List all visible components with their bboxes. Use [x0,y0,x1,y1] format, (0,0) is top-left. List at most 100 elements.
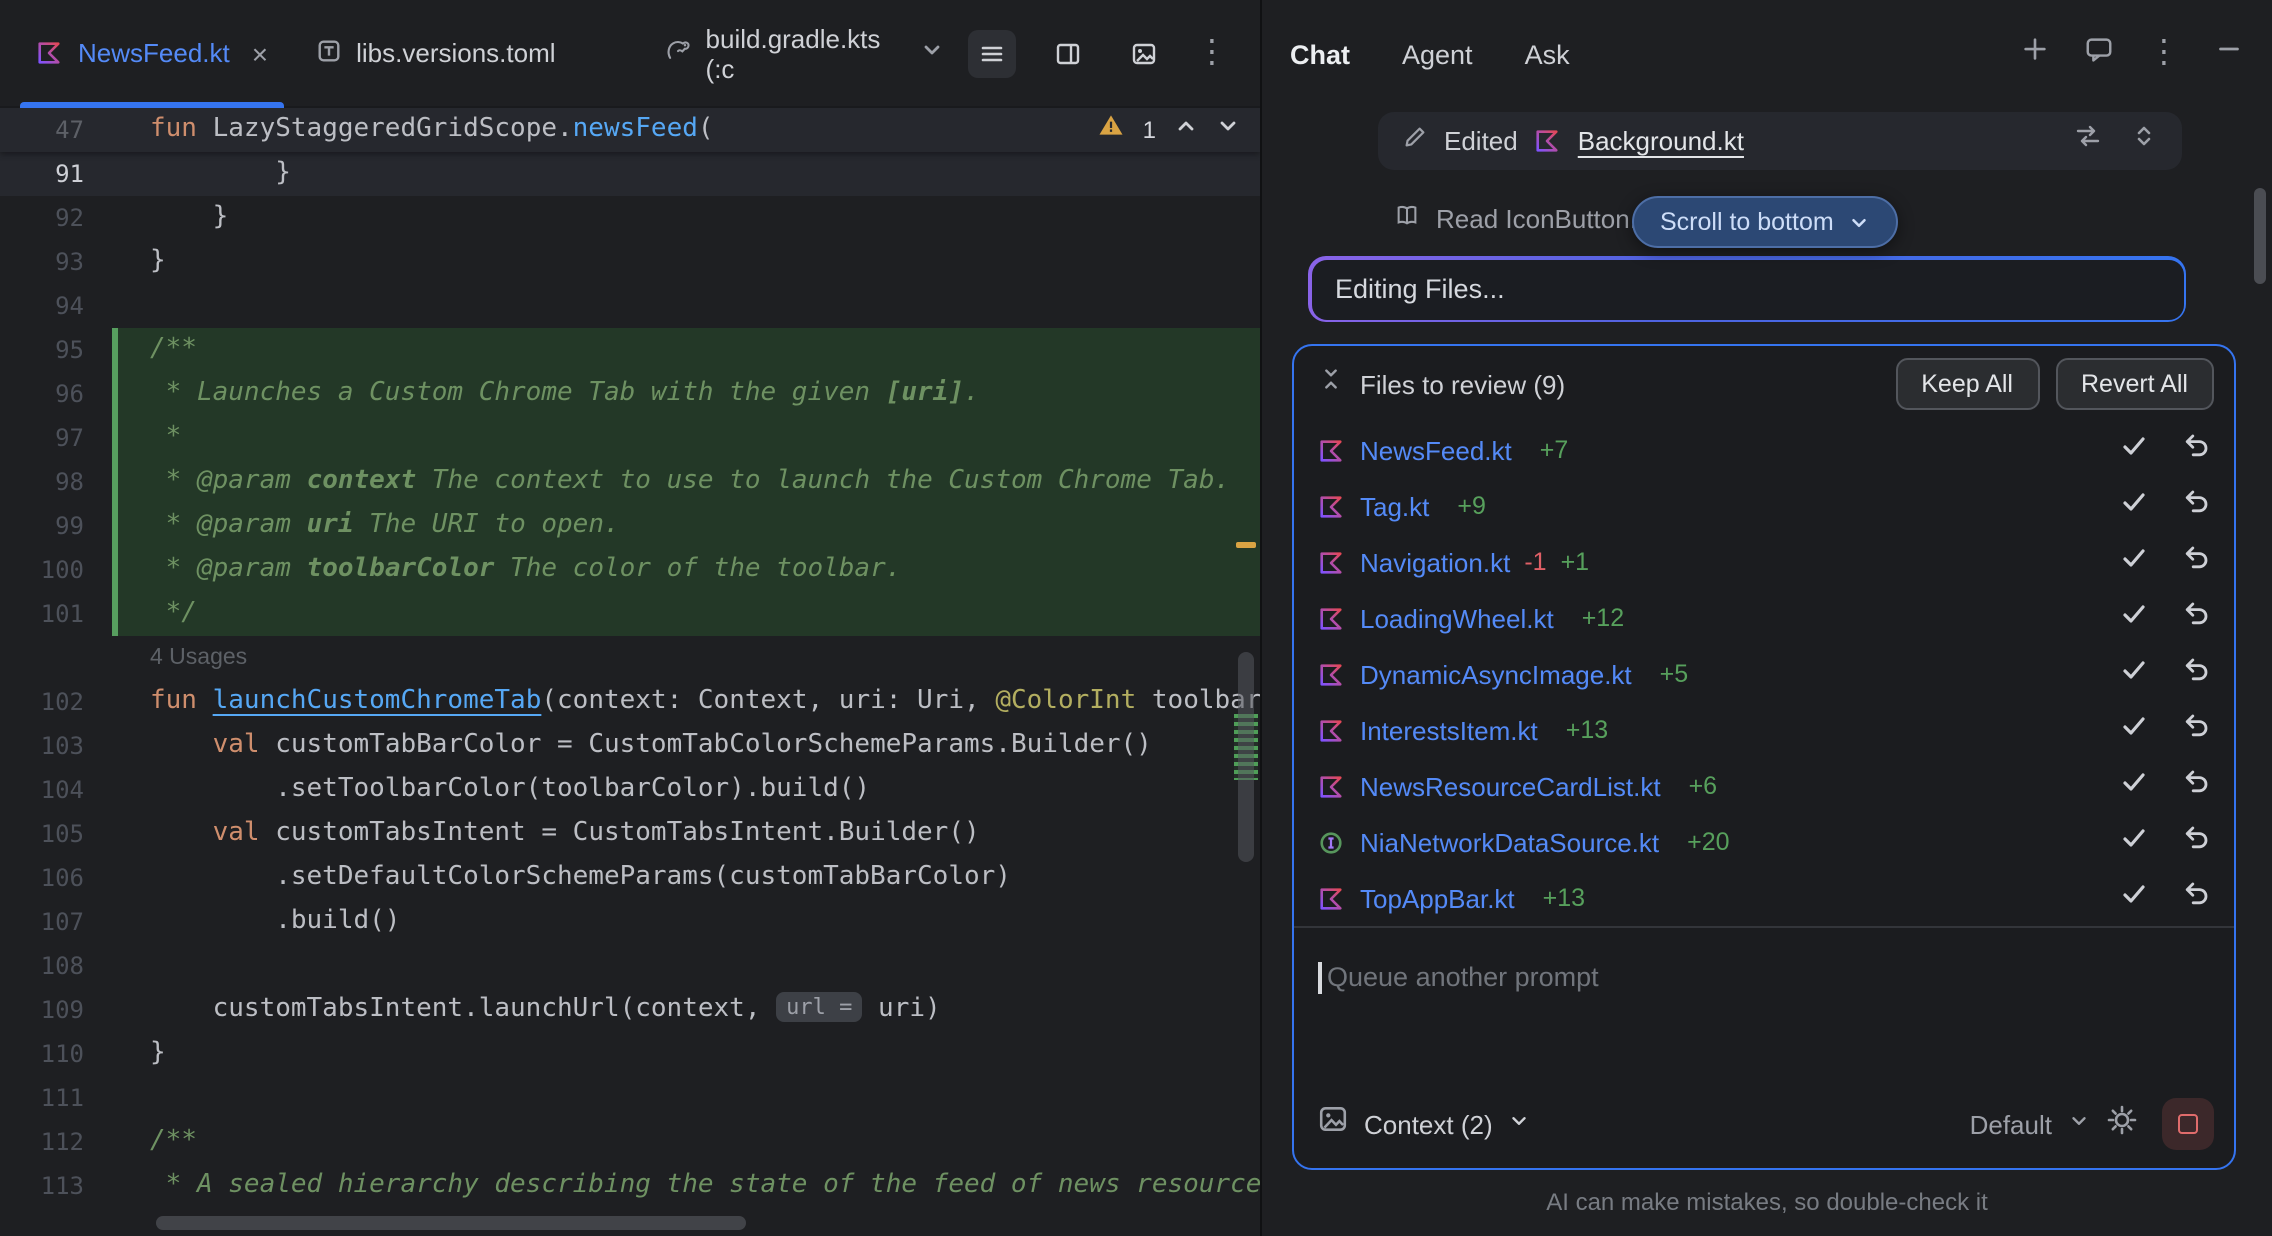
more-options-button[interactable]: ⋮ [1196,37,1228,69]
code-line[interactable]: 113 * A sealed hierarchy describing the … [0,1164,1260,1208]
code-line[interactable]: 105 val customTabsIntent = CustomTabsInt… [0,812,1260,856]
accept-file-button[interactable] [2120,711,2148,749]
usages-inlay-line[interactable]: 4 Usages [0,636,1260,680]
revert-file-button[interactable] [2182,487,2210,525]
preview-image-button[interactable] [1120,29,1168,77]
file-link[interactable]: NiaNetworkDataSource.kt [1360,827,1659,857]
accept-file-button[interactable] [2120,823,2148,861]
next-problem-button[interactable] [1216,112,1240,148]
revert-file-button[interactable] [2182,655,2210,693]
collapse-all-icon[interactable] [1318,366,1344,402]
tab-build-gradle-kts[interactable]: build.gradle.kts (:c [640,0,968,107]
code-line[interactable]: 94 [0,284,1260,328]
accept-file-button[interactable] [2120,767,2148,805]
accept-file-button[interactable] [2120,879,2148,917]
code-line[interactable]: 112 /** [0,1120,1260,1164]
revert-file-button[interactable] [2182,431,2210,469]
revert-file-button[interactable] [2182,767,2210,805]
revert-all-button[interactable]: Revert All [2055,358,2214,410]
keep-all-button[interactable]: Keep All [1895,358,2039,410]
tab-newsfeed-kt[interactable]: NewsFeed.kt × [12,0,292,107]
code-editor[interactable]: 47 fun LazyStaggeredGridScope.newsFeed( … [0,108,1260,1236]
usages-label[interactable]: 4 Usages [118,636,247,680]
kotlin-file-icon [1318,773,1344,799]
revert-file-button[interactable] [2182,823,2210,861]
code-line[interactable]: 92 } [0,196,1260,240]
chat-scrollbar[interactable] [2254,188,2266,284]
chat-options-button[interactable]: ⋮ [2148,38,2180,70]
list-view-button[interactable] [968,29,1016,77]
file-link[interactable]: Navigation.kt [1360,547,1510,577]
accept-file-button[interactable] [2120,543,2148,581]
code-line[interactable]: 101 */ [0,592,1260,636]
code-line[interactable]: 100 * @param toolbarColor The color of t… [0,548,1260,592]
accept-file-button[interactable] [2120,487,2148,525]
attach-image-icon[interactable] [1318,1104,1348,1144]
revert-file-button[interactable] [2182,879,2210,917]
code-line[interactable]: 103 val customTabBarColor = CustomTabCol… [0,724,1260,768]
prev-problem-button[interactable] [1174,112,1198,148]
file-review-row: NewsResourceCardList.kt +6 [1294,758,2234,814]
read-icon [1394,202,1420,234]
model-selector[interactable]: Default [1970,1109,2052,1139]
code-line[interactable]: 102 fun launchCustomChromeTab(context: C… [0,680,1260,724]
code-line[interactable]: 98 * @param context The context to use t… [0,460,1260,504]
code-line[interactable]: 96 * Launches a Custom Chrome Tab with t… [0,372,1260,416]
tab-ask[interactable]: Ask [1525,39,1570,69]
file-link[interactable]: TopAppBar.kt [1360,883,1515,913]
code-line[interactable]: 108 [0,944,1260,988]
chevron-down-icon[interactable] [1509,1106,1531,1142]
file-link[interactable]: LoadingWheel.kt [1360,603,1554,633]
edited-file-card[interactable]: Edited Background.kt [1378,112,2182,170]
hide-panel-button[interactable] [2214,34,2244,74]
stop-button[interactable] [2162,1098,2214,1150]
prompt-input[interactable]: Queue another prompt [1294,928,2234,1080]
show-diff-button[interactable] [2074,122,2102,160]
code-line[interactable]: 107 .build() [0,900,1260,944]
kotlin-file-icon [36,40,64,66]
code-line[interactable]: 109 customTabsIntent.launchUrl(context, … [0,988,1260,1032]
scroll-to-bottom-button[interactable]: Scroll to bottom [1632,196,1898,248]
expand-card-button[interactable] [2130,122,2158,160]
code-line[interactable]: 95 /** [0,328,1260,372]
new-chat-button[interactable] [2020,34,2050,74]
file-link[interactable]: InterestsItem.kt [1360,715,1538,745]
tab-agent[interactable]: Agent [1402,39,1473,69]
code-line[interactable]: 91 } [0,152,1260,196]
line-number: 103 [0,724,112,768]
sticky-header-line[interactable]: 47 fun LazyStaggeredGridScope.newsFeed( … [0,108,1260,152]
file-link[interactable]: Tag.kt [1360,491,1429,521]
accept-file-button[interactable] [2120,655,2148,693]
revert-file-button[interactable] [2182,711,2210,749]
close-tab-icon[interactable]: × [252,37,268,69]
editor-horizontal-scrollbar[interactable] [156,1216,746,1230]
file-link[interactable]: NewsFeed.kt [1360,435,1512,465]
code-line[interactable]: 106 .setDefaultColorSchemeParams(customT… [0,856,1260,900]
context-selector[interactable]: Context (2) [1364,1109,1493,1139]
tab-chat[interactable]: Chat [1290,39,1350,69]
edited-file-link[interactable]: Background.kt [1578,126,1744,156]
revert-file-button[interactable] [2182,543,2210,581]
split-view-button[interactable] [1044,29,1092,77]
code-line[interactable]: 99 * @param uri The URI to open. [0,504,1260,548]
code-line[interactable]: 97 * [0,416,1260,460]
code-text: customTabsIntent.launchUrl(context, url … [118,988,1260,1032]
chevron-down-icon[interactable] [2068,1106,2090,1142]
file-icon [1318,437,1346,463]
accept-file-button[interactable] [2120,599,2148,637]
accept-file-button[interactable] [2120,431,2148,469]
additions-count: +7 [1540,436,1569,464]
settings-gear-icon[interactable] [2106,1103,2138,1145]
file-link[interactable]: DynamicAsyncImage.kt [1360,659,1632,689]
tab-libs-versions-toml[interactable]: libs.versions.toml [292,0,579,107]
tab-dropdown-chevron-icon[interactable] [920,38,944,68]
file-icon [1318,717,1346,743]
code-line[interactable]: 104 .setToolbarColor(toolbarColor).build… [0,768,1260,812]
code-line[interactable]: 93 } [0,240,1260,284]
editor-vertical-scrollbar[interactable] [1238,652,1254,862]
code-line[interactable]: 110 } [0,1032,1260,1076]
file-link[interactable]: NewsResourceCardList.kt [1360,771,1661,801]
conversations-button[interactable] [2084,34,2114,74]
code-line[interactable]: 111 [0,1076,1260,1120]
revert-file-button[interactable] [2182,599,2210,637]
